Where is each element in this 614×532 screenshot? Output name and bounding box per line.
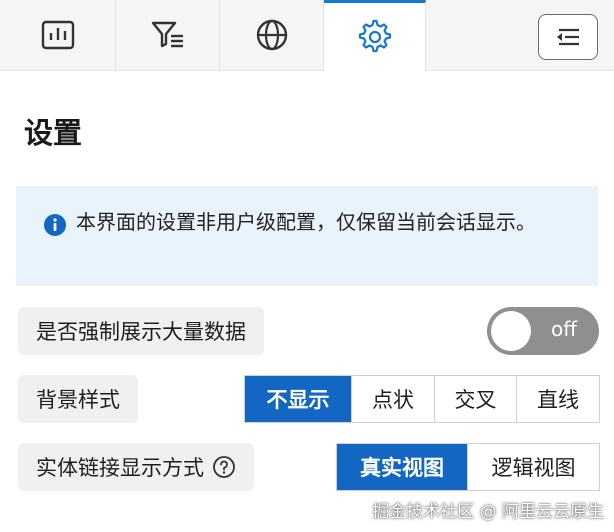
info-notice: 本界面的设置非用户级配置，仅保留当前会话显示。 bbox=[16, 186, 598, 286]
chart-icon bbox=[41, 20, 74, 50]
tab-settings[interactable] bbox=[324, 0, 426, 71]
force-display-toggle[interactable]: off bbox=[487, 307, 599, 355]
page-title: 设置 bbox=[24, 116, 83, 150]
option-real-view[interactable]: 真实视图 bbox=[337, 444, 467, 490]
tab-chart[interactable] bbox=[0, 0, 116, 70]
option-lines[interactable]: 直线 bbox=[516, 376, 599, 422]
collapse-panel-button[interactable] bbox=[538, 14, 598, 60]
notice-text: 本界面的设置非用户级配置，仅保留当前会话显示。 bbox=[76, 210, 536, 234]
globe-icon bbox=[256, 19, 287, 51]
info-icon bbox=[44, 214, 66, 236]
entity-link-label: 实体链接显示方式 bbox=[18, 443, 254, 491]
toggle-state-text: off bbox=[550, 317, 577, 341]
watermark: 掘金技术社区 @ 阿里云云原生 bbox=[372, 502, 604, 522]
tab-bar bbox=[0, 0, 614, 71]
option-dots[interactable]: 点状 bbox=[351, 376, 434, 422]
tab-filter[interactable] bbox=[116, 0, 220, 70]
toggle-knob bbox=[491, 311, 531, 351]
gear-icon bbox=[358, 19, 391, 53]
filter-icon bbox=[151, 21, 183, 48]
option-none[interactable]: 不显示 bbox=[245, 376, 351, 422]
background-style-segmented: 不显示 点状 交叉 直线 bbox=[244, 375, 600, 423]
background-style-label: 背景样式 bbox=[18, 375, 138, 423]
question-circle-icon[interactable] bbox=[212, 455, 236, 479]
collapse-panel-icon bbox=[557, 28, 579, 46]
tab-globe[interactable] bbox=[220, 0, 324, 70]
force-display-label: 是否强制展示大量数据 bbox=[18, 307, 264, 355]
entity-link-segmented: 真实视图 逻辑视图 bbox=[336, 443, 600, 491]
option-cross[interactable]: 交叉 bbox=[434, 376, 516, 422]
option-logical-view[interactable]: 逻辑视图 bbox=[467, 444, 599, 490]
entity-link-label-text: 实体链接显示方式 bbox=[36, 456, 204, 480]
